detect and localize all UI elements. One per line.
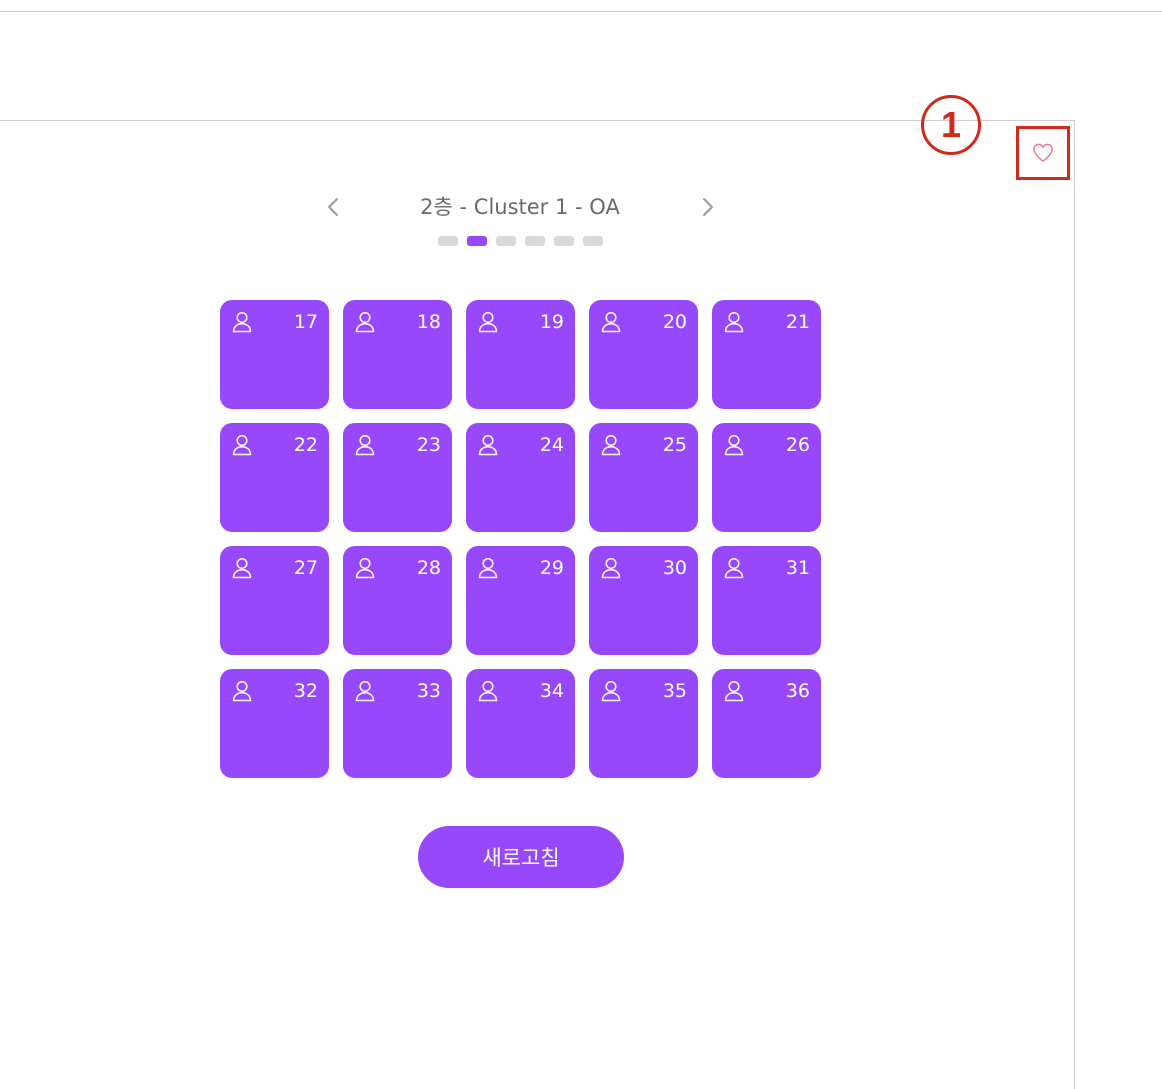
- user-icon: [601, 311, 621, 333]
- seat-tile[interactable]: 35: [589, 669, 698, 778]
- seat-number: 18: [416, 311, 441, 333]
- seat-grid: 17 18 19 20 21 22 23 24 25 26 27 28 29 30 31 32 33 34 35 36: [220, 300, 821, 778]
- seat-number: 25: [662, 434, 687, 456]
- pagination-dot[interactable]: [438, 236, 458, 246]
- seat-tile[interactable]: 32: [220, 669, 329, 778]
- seat-number: 35: [662, 680, 687, 702]
- user-icon: [355, 680, 375, 702]
- seat-number: 20: [662, 311, 687, 333]
- seat-number: 28: [416, 557, 441, 579]
- seat-tile[interactable]: 25: [589, 423, 698, 532]
- seat-number: 19: [539, 311, 564, 333]
- user-icon: [478, 311, 498, 333]
- user-icon: [232, 680, 252, 702]
- seat-tile[interactable]: 23: [343, 423, 452, 532]
- seat-number: 23: [416, 434, 441, 456]
- pagination-dot[interactable]: [467, 236, 487, 246]
- annotation-marker-label: 1: [940, 104, 962, 145]
- seat-number: 29: [539, 557, 564, 579]
- user-icon: [355, 434, 375, 456]
- seat-tile[interactable]: 24: [466, 423, 575, 532]
- seat-number: 34: [539, 680, 564, 702]
- seat-tile[interactable]: 28: [343, 546, 452, 655]
- cluster-title: 2층 - Cluster 1 - OA: [420, 195, 620, 219]
- seat-tile[interactable]: 17: [220, 300, 329, 409]
- seat-tile[interactable]: 21: [712, 300, 821, 409]
- seat-number: 31: [785, 557, 810, 579]
- header-top-divider: [0, 11, 1162, 12]
- pagination-dot[interactable]: [525, 236, 545, 246]
- user-icon: [601, 680, 621, 702]
- user-icon: [355, 557, 375, 579]
- seat-number: 30: [662, 557, 687, 579]
- pagination-dot[interactable]: [583, 236, 603, 246]
- seat-number: 21: [785, 311, 810, 333]
- next-cluster-button[interactable]: [698, 193, 718, 221]
- user-icon: [232, 434, 252, 456]
- user-icon: [724, 557, 744, 579]
- chevron-left-icon: [328, 198, 338, 216]
- user-icon: [355, 311, 375, 333]
- favorite-button[interactable]: [1016, 126, 1070, 180]
- user-icon: [601, 434, 621, 456]
- seat-tile[interactable]: 22: [220, 423, 329, 532]
- seat-tile[interactable]: 33: [343, 669, 452, 778]
- seat-number: 17: [293, 311, 318, 333]
- annotation-marker: 1: [921, 95, 981, 155]
- user-icon: [232, 311, 252, 333]
- user-icon: [724, 311, 744, 333]
- user-icon: [601, 557, 621, 579]
- seat-tile[interactable]: 34: [466, 669, 575, 778]
- refresh-button[interactable]: 새로고침: [418, 826, 624, 888]
- seat-tile[interactable]: 27: [220, 546, 329, 655]
- seat-tile[interactable]: 19: [466, 300, 575, 409]
- seat-number: 32: [293, 680, 318, 702]
- user-icon: [724, 434, 744, 456]
- prev-cluster-button[interactable]: [323, 193, 343, 221]
- user-icon: [232, 557, 252, 579]
- pagination-dots: [438, 236, 603, 246]
- seat-tile[interactable]: 18: [343, 300, 452, 409]
- pagination-dot[interactable]: [496, 236, 516, 246]
- chevron-right-icon: [703, 198, 713, 216]
- seat-tile[interactable]: 36: [712, 669, 821, 778]
- seat-number: 27: [293, 557, 318, 579]
- seat-number: 24: [539, 434, 564, 456]
- user-icon: [478, 434, 498, 456]
- seat-number: 33: [416, 680, 441, 702]
- pagination-dot[interactable]: [554, 236, 574, 246]
- panel-right-divider: [1074, 120, 1075, 1089]
- seat-tile[interactable]: 30: [589, 546, 698, 655]
- seat-number: 22: [293, 434, 318, 456]
- seat-tile[interactable]: 31: [712, 546, 821, 655]
- seat-number: 26: [785, 434, 810, 456]
- header-bottom-divider: [0, 120, 1074, 121]
- user-icon: [478, 680, 498, 702]
- heart-icon: [1033, 143, 1053, 162]
- user-icon: [724, 680, 744, 702]
- seat-number: 36: [785, 680, 810, 702]
- seat-tile[interactable]: 20: [589, 300, 698, 409]
- seat-tile[interactable]: 26: [712, 423, 821, 532]
- seat-tile[interactable]: 29: [466, 546, 575, 655]
- user-icon: [478, 557, 498, 579]
